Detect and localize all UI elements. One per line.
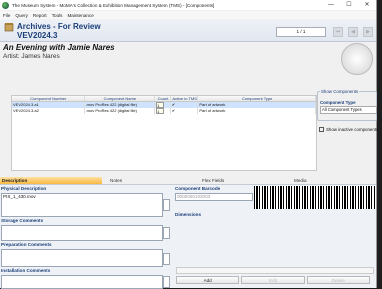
module-title: Archives - For Review — [17, 22, 101, 31]
show-components-panel: Show Components Component Type All Compo… — [317, 89, 379, 169]
delete-button[interactable]: Delete — [306, 276, 370, 284]
show-inactive-option[interactable]: Show inactive components — [319, 127, 379, 133]
component-type-select[interactable]: All Component Types — [320, 106, 377, 114]
window-title: The Museum System - MoMA's Collection & … — [12, 2, 215, 8]
show-inactive-checkbox[interactable] — [319, 127, 324, 133]
installation-comments-label: Installation Comments — [1, 268, 51, 273]
group-label: Show Components — [320, 89, 360, 94]
detail-tabs: Description Notes Flex Fields Media — [0, 177, 376, 185]
column-header[interactable]: Component Type — [198, 96, 316, 101]
component-barcode-label: Component Barcode — [175, 186, 221, 191]
preparation-comments-field[interactable] — [1, 249, 163, 267]
edit-button[interactable]: Edit — [241, 276, 305, 284]
dimension-buttons: Add Edit Delete — [176, 276, 372, 284]
installation-comments-field[interactable] — [1, 275, 163, 289]
dimensions-label: Dimensions — [175, 212, 202, 217]
storage-comments-zoom-button[interactable] — [163, 227, 170, 239]
storage-comments-label: Storage Comments — [1, 218, 44, 223]
menu-maintenance[interactable]: Maintenance — [67, 13, 93, 18]
column-header[interactable]: Component Name — [85, 96, 156, 101]
show-inactive-label: Show inactive components — [326, 127, 379, 132]
show-components-group: Show Components Component Type All Compo… — [317, 89, 377, 121]
object-artist: Artist: James Nares — [3, 53, 60, 60]
first-record-icon[interactable]: ⏮ — [333, 27, 343, 37]
physical-description-field[interactable]: PIX_1_430.mov — [1, 193, 163, 217]
menu-bar: File Query Report Tools Maintenance — [0, 11, 376, 19]
record-pager: 1 / 1 — [276, 27, 326, 37]
component-type-label: Component Type — [320, 100, 356, 105]
dimensions-scrollbar[interactable] — [176, 267, 374, 274]
storage-comments-field[interactable] — [1, 225, 163, 241]
components-table: Component Number Component Name Count Ac… — [11, 95, 317, 171]
record-navigation: ⏮ ◀ ▶ — [333, 27, 378, 37]
menu-tools[interactable]: Tools — [52, 13, 63, 18]
table-row[interactable]: VEV2024.3.a2 .mov ProRes 422 (digital fi… — [12, 108, 316, 114]
title-bar: The Museum System - MoMA's Collection & … — [0, 0, 376, 10]
menu-query[interactable]: Query — [15, 13, 28, 18]
physical-description-label: Physical Description — [1, 186, 47, 191]
menu-file[interactable]: File — [3, 13, 10, 18]
maximize-button[interactable]: ☐ — [340, 0, 358, 10]
menu-report[interactable]: Report — [33, 13, 47, 18]
active-checkbox[interactable]: ✔ — [171, 108, 199, 114]
object-title: An Evening with Jamie Nares — [3, 43, 115, 52]
tab-flex-fields[interactable]: Flex Fields — [200, 177, 282, 184]
record-header: Archives - For Review VEV2024.3 1 / 1 ⏮ … — [0, 19, 376, 42]
close-button[interactable]: ✕ — [358, 0, 376, 10]
column-header[interactable]: Component Number — [12, 96, 85, 101]
preparation-comments-zoom-button[interactable] — [163, 253, 170, 265]
installation-comments-zoom-button[interactable] — [163, 276, 170, 288]
next-record-icon[interactable]: ▶ — [363, 27, 373, 37]
preparation-comments-label: Preparation Comments — [1, 242, 52, 247]
tab-description[interactable]: Description — [0, 177, 102, 184]
component-name: .mov ProRes 422 (digital file) — [85, 108, 156, 114]
add-button[interactable]: Add — [176, 276, 240, 284]
app-icon — [2, 1, 9, 9]
previous-record-icon[interactable]: ◀ — [348, 27, 358, 37]
count-field[interactable]: 1 — [156, 108, 165, 114]
window-controls: — ☐ ✕ — [322, 0, 376, 10]
column-header[interactable]: Count — [155, 96, 171, 101]
component-type: Part of artwork — [198, 108, 316, 114]
component-barcode-field[interactable]: 0000000102003 — [175, 193, 253, 201]
component-number: VEV2024.3.a2 — [12, 108, 85, 114]
column-header[interactable]: Active in TMS — [171, 96, 199, 101]
archives-icon — [4, 23, 14, 32]
component-count: 1 — [155, 108, 171, 114]
physical-description-zoom-button[interactable] — [163, 199, 170, 211]
barcode-image — [254, 186, 376, 209]
object-badge-icon — [341, 43, 373, 75]
tab-media[interactable]: Media — [292, 177, 374, 184]
tab-notes[interactable]: Notes — [108, 177, 190, 184]
minimize-button[interactable]: — — [322, 0, 340, 10]
record-number: VEV2024.3 — [17, 31, 58, 40]
app-window: The Museum System - MoMA's Collection & … — [0, 0, 379, 289]
